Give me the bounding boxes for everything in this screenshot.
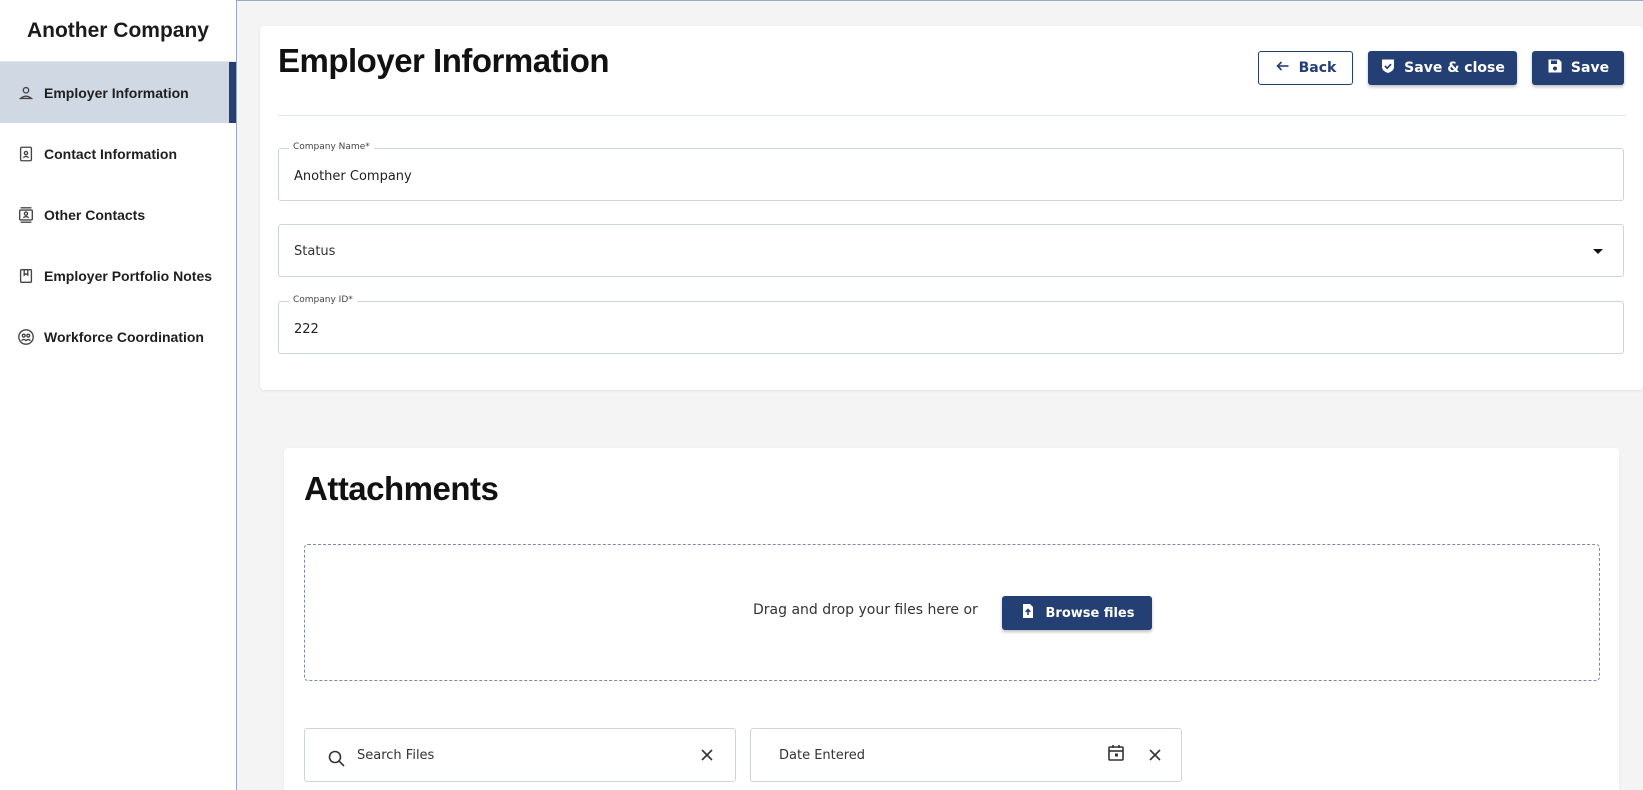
sidebar-item-other-contacts[interactable]: Other Contacts [0,184,236,245]
contact-card-icon [16,144,36,164]
sidebar-item-workforce-coordination[interactable]: Workforce Coordination [0,306,236,367]
employer-information-card: Employer Information Back Save & close S… [260,26,1643,390]
sidebar: Another Company Employer Information Con… [0,0,237,790]
search-icon [327,749,347,769]
clear-search-icon[interactable] [697,745,717,765]
company-name-label: Company Name* [289,142,374,152]
browse-files-label: Browse files [1045,605,1135,621]
app: Another Company Employer Information Con… [0,0,1643,790]
dropzone-text: Drag and drop your files here or [753,602,978,618]
notes-icon [16,266,36,286]
sidebar-item-label: Employer Portfolio Notes [44,267,213,284]
company-name-value: Another Company [294,169,412,184]
caret-down-icon [1593,249,1603,254]
calendar-icon[interactable] [1106,743,1126,763]
browse-files-button[interactable]: Browse files [1002,596,1152,630]
clear-date-icon[interactable] [1145,745,1165,765]
save-and-close-label: Save & close [1404,60,1505,76]
attachments-card: Attachments Drag and drop your files her… [284,448,1619,790]
sidebar-item-label: Other Contacts [44,206,146,223]
company-name-field[interactable]: Company Name* Another Company [278,142,1624,201]
people-group-icon [16,327,36,347]
company-id-label: Company ID* [289,295,357,305]
file-upload-icon [1020,603,1036,623]
save-button[interactable]: Save [1532,51,1624,85]
sidebar-item-employer-information[interactable]: Employer Information [0,62,236,123]
company-id-value: 222 [294,322,319,337]
search-files-placeholder: Search Files [357,748,435,763]
date-entered-input[interactable]: Date Entered [750,728,1182,782]
sidebar-title: Another Company [0,0,236,62]
search-files-input[interactable]: Search Files [304,728,736,782]
save-label: Save [1570,60,1610,76]
floppy-disk-icon [1547,58,1563,78]
date-entered-placeholder: Date Entered [779,748,866,763]
page-title: Employer Information [278,42,610,79]
company-id-field[interactable]: Company ID* 222 [278,295,1624,354]
header-divider [278,115,1626,116]
back-button[interactable]: Back [1258,51,1353,85]
sidebar-item-label: Employer Information [44,84,189,101]
sidebar-item-label: Workforce Coordination [44,328,204,345]
status-placeholder: Status [294,244,336,259]
person-icon [16,83,36,103]
file-dropzone[interactable]: Drag and drop your files here or Browse … [304,544,1600,681]
top-border [237,0,1643,4]
save-and-close-button[interactable]: Save & close [1368,51,1517,85]
attachments-title: Attachments [304,470,499,507]
arrow-left-icon [1275,58,1291,78]
back-button-label: Back [1298,60,1337,76]
sidebar-item-label: Contact Information [44,145,177,162]
status-select[interactable]: Status [278,224,1624,277]
shield-check-icon [1380,58,1396,78]
contacts-book-icon [16,205,36,225]
sidebar-item-contact-information[interactable]: Contact Information [0,123,236,184]
sidebar-item-employer-portfolio-notes[interactable]: Employer Portfolio Notes [0,245,236,306]
